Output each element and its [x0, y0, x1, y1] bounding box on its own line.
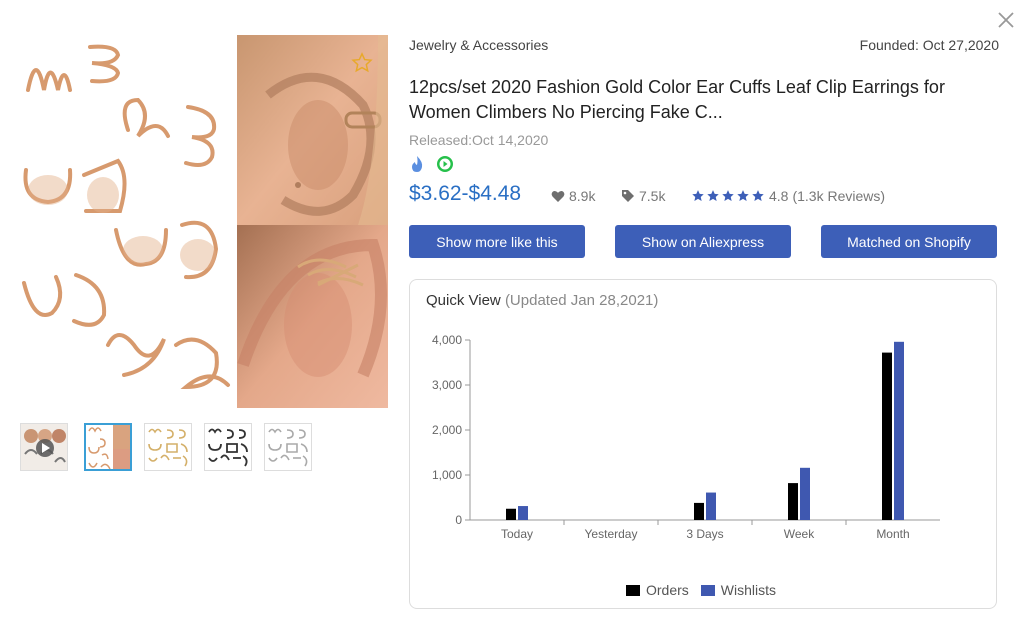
rating-stars	[691, 189, 765, 203]
y-tick-label: 2,000	[432, 423, 462, 437]
close-icon[interactable]	[996, 10, 1016, 30]
video-play-icon	[437, 156, 453, 172]
likes-count: 8.9k	[569, 188, 596, 204]
thumbnail-silver-set[interactable]	[264, 423, 312, 471]
sales-bar-chart: 0 1,000 2,000 3,000 4,000 Today Yesterday 3 Day…	[432, 333, 940, 541]
likes-stat: 8.9k	[551, 188, 595, 204]
quick-view-label: Quick View	[426, 292, 501, 309]
x-tick-label: Today	[501, 527, 533, 541]
y-tick-label: 0	[455, 513, 462, 527]
x-tick-label: Yesterday	[585, 527, 638, 541]
y-tick-label: 3,000	[432, 378, 462, 392]
wishlists-bar	[800, 467, 810, 520]
rating-star-icon	[752, 190, 764, 201]
rating-value: 4.8	[769, 188, 789, 204]
x-tick-label: 3 Days	[686, 527, 723, 541]
price-range: $3.62-$4.48	[409, 182, 522, 205]
rating-star-icon	[707, 190, 719, 201]
legend-orders[interactable]: Orders	[646, 582, 689, 598]
quick-view-updated: (Updated Jan 28,2021)	[504, 292, 659, 309]
orders-bar	[788, 483, 798, 520]
quick-view-panel: Quick View (Updated Jan 28,2021) 0 1,000 2…	[409, 279, 997, 609]
review-count: (1.3k Reviews)	[792, 188, 886, 204]
tag-icon	[622, 190, 634, 202]
founded-date: Founded: Oct 27,2020	[859, 37, 999, 53]
thumbnail-active[interactable]	[84, 423, 132, 471]
released-date: Released:Oct 14,2020	[409, 132, 549, 148]
rating-star-icon	[692, 190, 704, 201]
thumbnail-video[interactable]	[20, 423, 68, 471]
y-tick-label: 1,000	[432, 468, 462, 482]
x-tick-label: Month	[876, 527, 909, 541]
favorite-star-icon[interactable]	[351, 52, 373, 74]
product-title[interactable]: 12pcs/set 2020 Fashion Gold Color Ear Cu…	[409, 75, 999, 125]
quick-view-title: Quick View (Updated Jan 28,2021)	[426, 292, 658, 309]
orders-bar	[882, 352, 892, 520]
legend-orders-swatch	[626, 584, 640, 596]
hot-flame-icon	[412, 156, 423, 172]
rating-star-icon	[722, 190, 734, 201]
orders-bar	[506, 508, 516, 520]
heart-icon	[551, 190, 565, 202]
wishlists-bar	[518, 506, 528, 520]
thumbnail-gold-set[interactable]	[144, 423, 192, 471]
thumbnail-black-set[interactable]	[204, 423, 252, 471]
rating-star-icon	[737, 190, 749, 201]
product-main-image[interactable]	[18, 35, 388, 408]
show-more-like-this-button[interactable]: Show more like this	[409, 225, 585, 258]
wishlists-bar	[706, 492, 716, 520]
y-tick-label: 4,000	[432, 333, 462, 347]
category-label: Jewelry & Accessories	[409, 37, 549, 53]
x-tick-label: Week	[784, 527, 815, 541]
rating-stat: 4.8 (1.3k Reviews)	[691, 188, 885, 204]
tags-count: 7.5k	[639, 188, 666, 204]
matched-on-shopify-button[interactable]: Matched on Shopify	[821, 225, 997, 258]
show-on-aliexpress-button[interactable]: Show on Aliexpress	[615, 225, 791, 258]
legend-wishlists-swatch	[700, 584, 715, 596]
tags-stat: 7.5k	[621, 188, 665, 204]
chart-legend: Orders Wishlists	[626, 582, 776, 598]
legend-wishlists[interactable]: Wishlists	[721, 582, 776, 598]
wishlists-bar	[894, 341, 904, 520]
orders-bar	[694, 502, 704, 520]
